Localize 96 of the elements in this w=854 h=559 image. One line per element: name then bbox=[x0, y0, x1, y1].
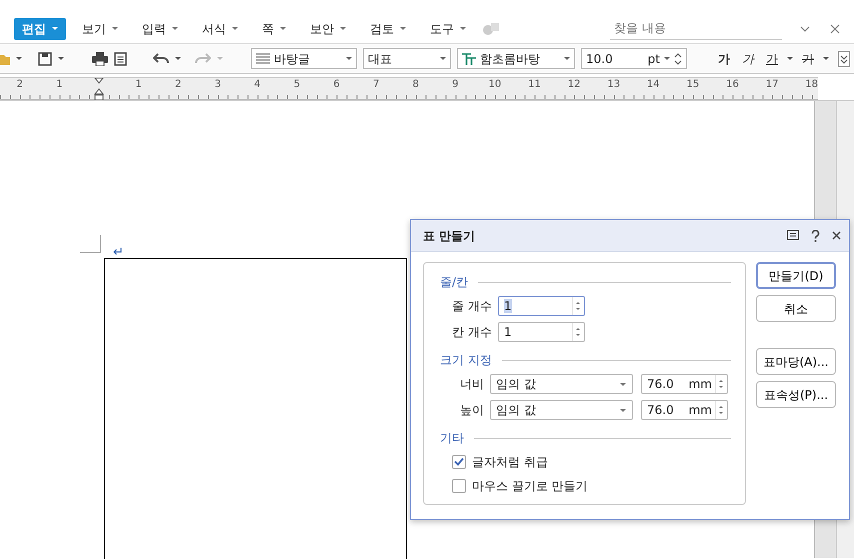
caret-icon bbox=[112, 27, 118, 30]
checkbox-label: 글자처럼 취급 bbox=[472, 454, 548, 470]
number-spinner[interactable]: 1 bbox=[498, 322, 585, 342]
format-button[interactable]: 가 bbox=[799, 50, 817, 68]
ruler-number: 1 bbox=[134, 78, 143, 92]
document-icon[interactable] bbox=[114, 52, 127, 66]
ruler-number: 16 bbox=[725, 78, 740, 92]
paragraph-mark: ↵ bbox=[113, 244, 124, 262]
format-button[interactable]: 가 bbox=[715, 50, 733, 68]
dialog-button[interactable]: 표마당(A)... bbox=[756, 348, 836, 375]
ruler-number: 9 bbox=[451, 78, 460, 92]
language-select[interactable]: 대표 bbox=[363, 48, 451, 69]
spinner-arrows-icon bbox=[674, 50, 682, 66]
format-button[interactable]: 가 bbox=[763, 50, 781, 68]
menu-tab[interactable]: 보기 bbox=[74, 18, 126, 40]
caret-icon bbox=[400, 27, 406, 30]
indent-marker-icon[interactable] bbox=[94, 78, 104, 100]
menu-tab[interactable]: 보안 bbox=[302, 18, 354, 40]
caret-icon bbox=[664, 57, 670, 60]
dialog-button[interactable]: 취소 bbox=[756, 295, 836, 322]
caret-icon[interactable] bbox=[16, 57, 22, 60]
checkbox[interactable] bbox=[452, 454, 466, 468]
section-heading: 기타 bbox=[440, 430, 464, 447]
ruler-number: 2 bbox=[16, 78, 24, 92]
comment-icon[interactable] bbox=[787, 230, 799, 242]
ruler-number: 11 bbox=[527, 78, 542, 92]
ruler-number: 15 bbox=[686, 78, 700, 92]
ruler-number: 8 bbox=[412, 78, 420, 92]
number-spinner[interactable]: 76.0 mm bbox=[641, 374, 728, 394]
dialog-button[interactable]: 표속성(P)... bbox=[756, 381, 836, 408]
caret-icon bbox=[620, 382, 626, 386]
menu-tab[interactable]: 도구 bbox=[422, 18, 474, 40]
caret-icon bbox=[460, 27, 466, 30]
undo-icon[interactable] bbox=[153, 52, 169, 64]
style-select[interactable]: 바탕글 bbox=[251, 48, 357, 69]
caret-icon bbox=[564, 57, 570, 60]
format-button[interactable]: 가 bbox=[739, 50, 757, 68]
caret-icon[interactable] bbox=[58, 57, 64, 60]
ruler-number: 4 bbox=[253, 78, 262, 92]
font-size-field[interactable]: 10.0 pt bbox=[581, 48, 687, 69]
field-label: 줄 개수 bbox=[452, 298, 492, 315]
menu-tab[interactable]: 입력 bbox=[134, 18, 186, 40]
caret-icon bbox=[340, 27, 346, 30]
caret-icon bbox=[620, 408, 626, 412]
dialog-title: 표 만들기 bbox=[423, 228, 476, 244]
number-spinner[interactable]: 1 bbox=[498, 296, 585, 316]
close-icon[interactable] bbox=[832, 231, 841, 240]
section-heading: 줄/칸 bbox=[440, 274, 468, 291]
font-select[interactable]: 함초롬바탕 bbox=[457, 48, 575, 69]
caret-icon bbox=[280, 27, 286, 30]
page-corner-mark bbox=[80, 235, 101, 253]
caret-icon[interactable] bbox=[787, 57, 793, 60]
mode-select[interactable]: 임의 값 bbox=[490, 374, 633, 394]
ruler-number: 2 bbox=[174, 78, 182, 92]
caret-icon[interactable] bbox=[823, 57, 829, 60]
chevron-down-icon[interactable] bbox=[800, 26, 810, 32]
mode-select[interactable]: 임의 값 bbox=[490, 400, 633, 420]
ruler-number: 7 bbox=[372, 78, 380, 92]
field-label: 너비 bbox=[459, 376, 484, 393]
ruler-number: 6 bbox=[332, 78, 341, 92]
field-label: 높이 bbox=[459, 402, 484, 419]
number-spinner[interactable]: 76.0 mm bbox=[641, 400, 728, 420]
ruler-number: 13 bbox=[606, 78, 622, 92]
caret-icon bbox=[52, 27, 58, 30]
ruler-number: 10 bbox=[488, 78, 502, 92]
ruler-number: 5 bbox=[292, 78, 302, 92]
ruler-number: 3 bbox=[214, 78, 222, 92]
help-icon[interactable] bbox=[811, 230, 820, 242]
close-icon[interactable] bbox=[830, 24, 840, 34]
dialog-button[interactable]: 만들기(D) bbox=[756, 262, 836, 289]
menu-tab[interactable]: 서식 bbox=[194, 18, 246, 40]
section-heading: 크기 지정 bbox=[440, 352, 492, 369]
menu-tab[interactable]: 검토 bbox=[362, 18, 414, 40]
font-icon bbox=[462, 52, 476, 64]
caret-icon[interactable] bbox=[175, 57, 181, 60]
redo-icon bbox=[195, 52, 211, 64]
ruler-number: 1 bbox=[55, 78, 64, 92]
menu-tab[interactable]: 편집 bbox=[14, 18, 66, 40]
expand-icon[interactable] bbox=[838, 50, 850, 66]
caret-icon bbox=[346, 57, 352, 60]
caret-icon bbox=[232, 27, 238, 30]
ruler-number: 14 bbox=[646, 78, 661, 92]
ruler-number: 18 bbox=[804, 78, 820, 92]
caret-icon bbox=[172, 27, 178, 30]
field-label: 칸 개수 bbox=[452, 324, 492, 341]
save-icon[interactable] bbox=[38, 52, 52, 66]
caret-icon bbox=[217, 57, 223, 60]
caret-icon bbox=[440, 57, 446, 60]
check-icon bbox=[454, 457, 464, 466]
checkbox-label: 마우스 끌기로 만들기 bbox=[472, 478, 588, 494]
ruler-number: 17 bbox=[764, 78, 780, 92]
ruler-number: 12 bbox=[566, 78, 582, 92]
print-icon[interactable] bbox=[92, 52, 108, 66]
checkbox[interactable] bbox=[452, 478, 466, 492]
paragraph-style-icon bbox=[256, 52, 270, 64]
menu-tab[interactable]: 쪽 bbox=[254, 18, 294, 40]
